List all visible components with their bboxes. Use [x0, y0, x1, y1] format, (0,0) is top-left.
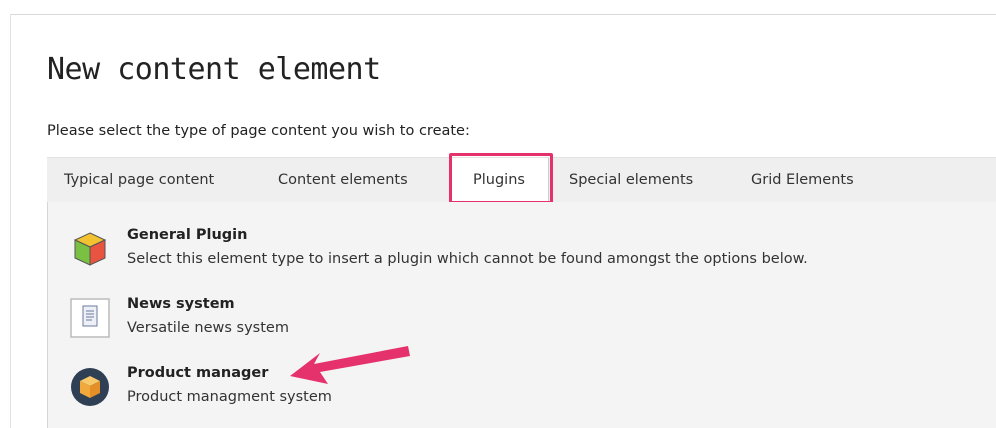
- plugin-item-news[interactable]: News system Versatile news system: [48, 296, 996, 356]
- tab-typical-page-content[interactable]: Typical page content: [64, 158, 214, 202]
- plugin-item-product-manager[interactable]: Product manager Product managment system: [48, 365, 996, 425]
- page-subtitle: Please select the type of page content y…: [47, 123, 470, 139]
- plugin-name: News system: [127, 296, 235, 312]
- plugin-description: Select this element type to insert a plu…: [127, 251, 808, 267]
- plugin-name: Product manager: [127, 365, 269, 381]
- plugin-description: Product managment system: [127, 389, 332, 405]
- tab-plugins[interactable]: Plugins: [449, 158, 549, 203]
- plugin-item-general[interactable]: General Plugin Select this element type …: [48, 227, 996, 287]
- document-icon: [70, 298, 110, 338]
- tab-grid-elements[interactable]: Grid Elements: [751, 158, 854, 202]
- plugin-description: Versatile news system: [127, 320, 289, 336]
- tab-special-elements[interactable]: Special elements: [569, 158, 693, 202]
- page-title: New content element: [47, 52, 381, 87]
- plugin-list-panel: General Plugin Select this element type …: [47, 202, 996, 428]
- cube-icon: [70, 229, 110, 269]
- package-icon: [70, 367, 110, 407]
- left-divider: [10, 14, 11, 428]
- tab-content-elements[interactable]: Content elements: [278, 158, 408, 202]
- tab-bar: Typical page content Content elements Pl…: [47, 157, 996, 203]
- plugin-name: General Plugin: [127, 227, 248, 243]
- top-divider: [10, 14, 996, 15]
